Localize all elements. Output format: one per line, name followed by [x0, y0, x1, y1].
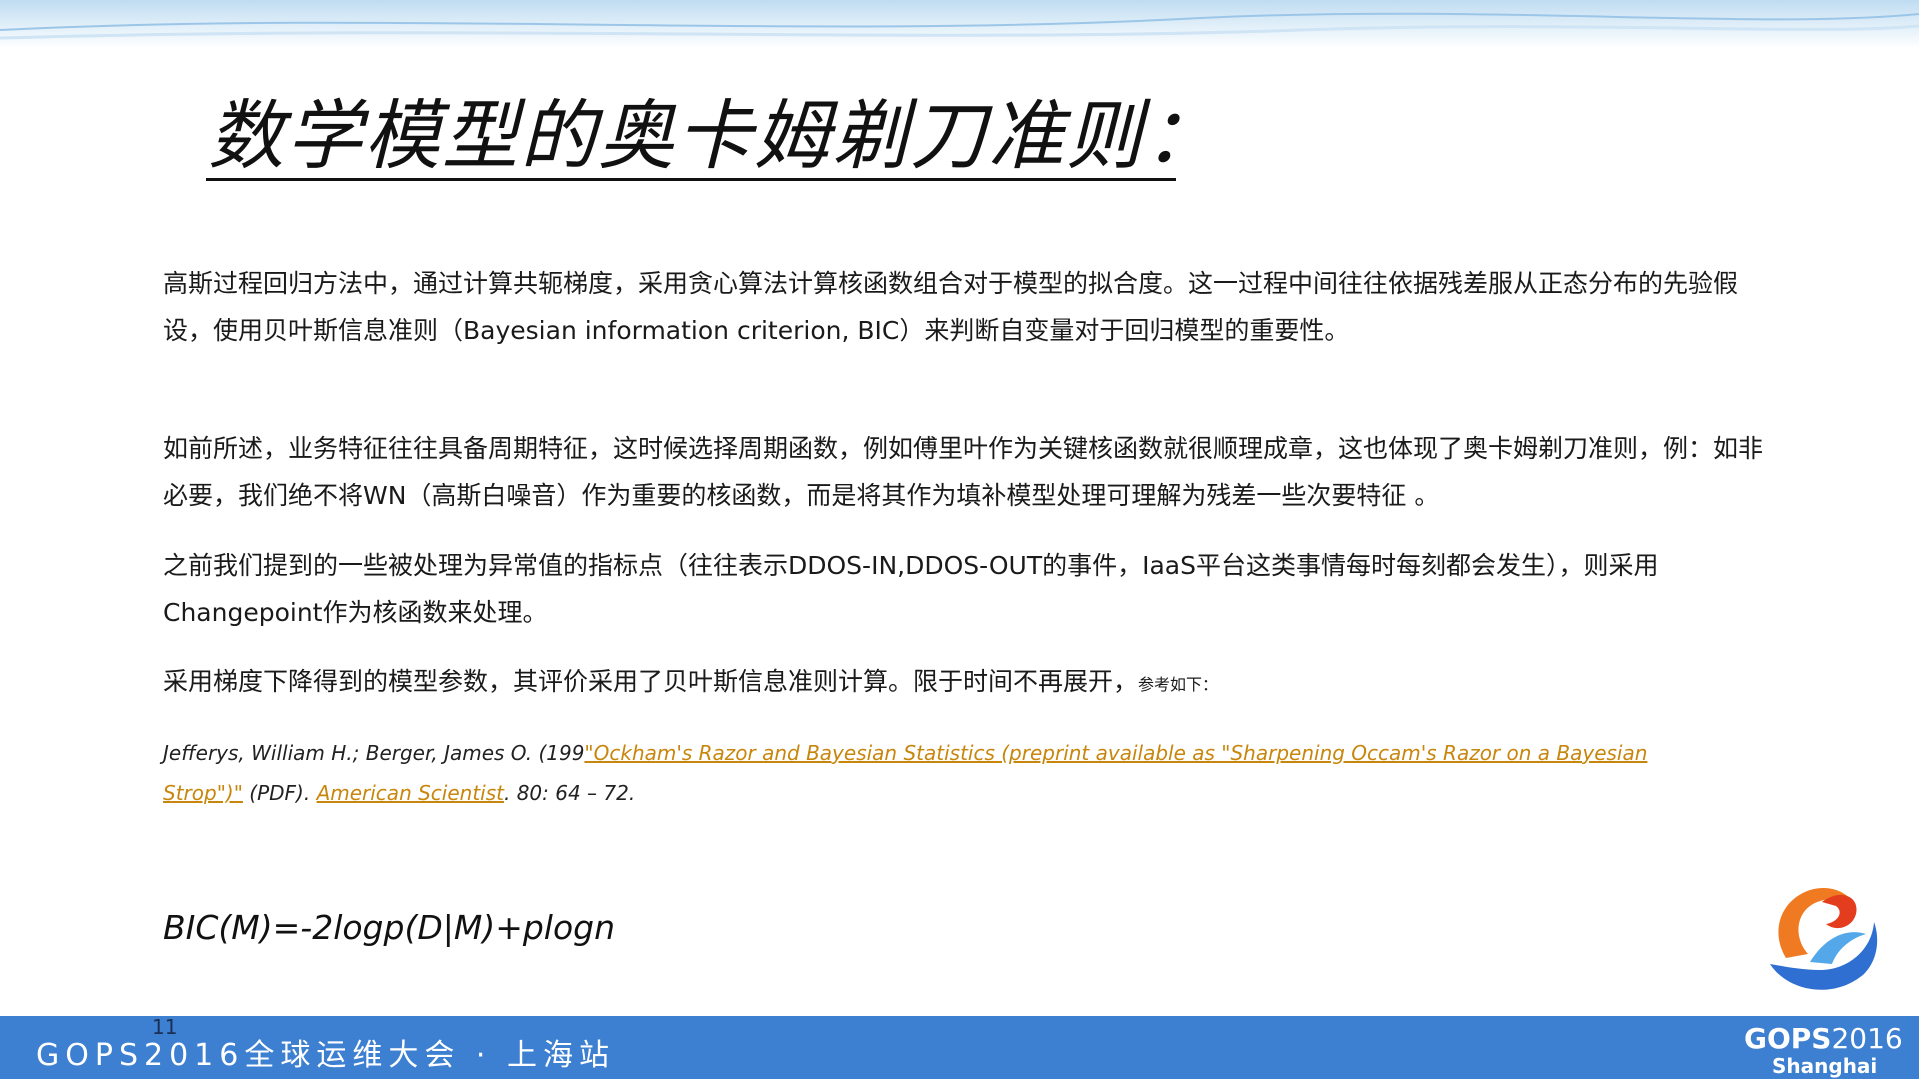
reference-tail: . 80: 64 – 72.: [503, 781, 636, 805]
reference-journal-link[interactable]: American Scientist: [317, 781, 504, 805]
paragraph-occam-periodic: 如前所述，业务特征往往具备周期特征，这时候选择周期函数，例如傅里叶作为关键核函数…: [163, 434, 1764, 510]
title-underline: [206, 178, 1176, 181]
bic-formula: BIC(M)=-2logp(D|M)+plogn: [163, 908, 616, 947]
page-number: 11: [152, 1015, 178, 1039]
brand-name: GOPS: [1744, 1022, 1832, 1055]
event-banner-text: GOPS2016全球运维大会 · 上海站: [36, 1038, 615, 1073]
paragraph-changepoint: 之前我们提到的一些被处理为异常值的指标点（往往表示DDOS-IN,DDOS-OU…: [163, 551, 1659, 627]
bic-evaluation-text: 采用梯度下降得到的模型参数，其评价采用了贝叶斯信息准则计算。限于时间不再展开，: [163, 667, 1139, 696]
paragraph-gp-regression: 高斯过程回归方法中，通过计算共轭梯度，采用贪心算法计算核函数组合对于模型的拟合度…: [163, 269, 1739, 345]
top-wave-decoration: [0, 0, 1919, 48]
reference-format: (PDF).: [242, 781, 317, 805]
brand-city: Shanghai: [1772, 1054, 1878, 1078]
slide-title: 数学模型的奥卡姆剃刀准则：: [208, 91, 1222, 180]
brand-year: 2016: [1831, 1022, 1903, 1055]
reference-authors: Jefferys, William H.; Berger, James O. (…: [163, 741, 585, 765]
gops-logo-icon: [1770, 888, 1878, 990]
reference-note: 参考如下：: [1138, 675, 1219, 694]
paragraph-bic-evaluation: 采用梯度下降得到的模型参数，其评价采用了贝叶斯信息准则计算。限于时间不再展开，参…: [163, 658, 1763, 708]
brand-wordmark: GOPS2016: [1744, 1022, 1903, 1055]
reference-citation: Jefferys, William H.; Berger, James O. (…: [163, 733, 1723, 813]
